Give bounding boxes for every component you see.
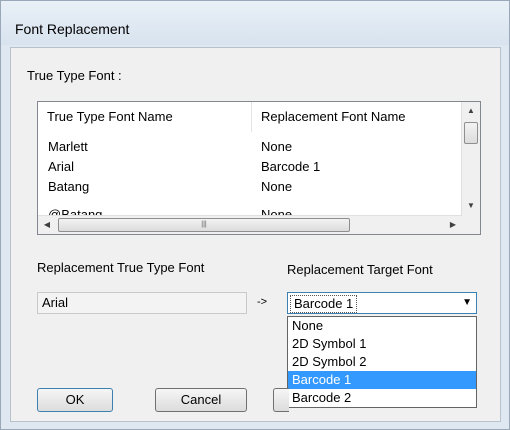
- dropdown-option[interactable]: 2D Symbol 2: [288, 353, 476, 371]
- arrow-separator: ->: [257, 296, 268, 308]
- cell-font-name: @Batang: [48, 207, 103, 215]
- font-replacement-dialog: Font Replacement True Type Font : True T…: [0, 0, 510, 430]
- table-row[interactable]: Arial Barcode 1: [38, 157, 460, 177]
- column-header-font-name-label: True Type Font Name: [47, 109, 173, 124]
- dropdown-option[interactable]: Barcode 2: [288, 389, 476, 407]
- scroll-left-icon[interactable]: ◀: [39, 217, 55, 233]
- cell-replacement-font: None: [261, 139, 293, 154]
- cancel-button-label: Cancel: [180, 392, 222, 407]
- vertical-scroll-thumb[interactable]: [464, 122, 478, 144]
- scroll-down-icon[interactable]: ▼: [463, 198, 479, 214]
- scrollbar-corner: [462, 216, 480, 234]
- cell-replacement-font: None: [261, 179, 293, 194]
- replacement-true-type-font-value: Arial: [42, 295, 69, 310]
- table-row[interactable]: @Batang None: [38, 197, 460, 215]
- replacement-true-type-font-label: Replacement True Type Font: [37, 260, 205, 275]
- grip-icon: |||: [201, 221, 207, 228]
- dropdown-option[interactable]: 2D Symbol 1: [288, 335, 476, 353]
- replacement-target-font-label: Replacement Target Font: [287, 262, 433, 277]
- column-header-replacement-font[interactable]: Replacement Font Name: [252, 102, 462, 132]
- cell-replacement-font: None: [261, 207, 293, 215]
- horizontal-scroll-thumb[interactable]: |||: [58, 218, 350, 232]
- scroll-up-icon[interactable]: ▲: [463, 103, 479, 119]
- cell-font-name: Batang: [48, 179, 90, 194]
- target-font-dropdown-list[interactable]: None 2D Symbol 1 2D Symbol 2 Barcode 1 B…: [287, 316, 477, 408]
- chevron-down-icon[interactable]: ▼: [462, 297, 472, 308]
- replacement-true-type-font-field[interactable]: Arial: [37, 292, 247, 314]
- font-mapping-list[interactable]: True Type Font Name Replacement Font Nam…: [37, 101, 481, 235]
- column-header-replacement-font-label: Replacement Font Name: [261, 109, 406, 124]
- cell-replacement-font: Barcode 1: [261, 159, 321, 174]
- dialog-body: True Type Font : True Type Font Name Rep…: [10, 47, 501, 422]
- horizontal-scrollbar[interactable]: ◀ ||| ▶: [38, 215, 462, 234]
- cancel-button[interactable]: Cancel: [155, 388, 247, 412]
- dropdown-option[interactable]: None: [288, 317, 476, 335]
- column-header-font-name[interactable]: True Type Font Name: [38, 102, 252, 132]
- dropdown-option-selected[interactable]: Barcode 1: [288, 371, 476, 389]
- true-type-font-label: True Type Font :: [27, 68, 122, 83]
- cell-font-name: Arial: [48, 159, 75, 174]
- table-row[interactable]: Batang None: [38, 177, 460, 197]
- replacement-target-font-select[interactable]: Barcode 1 ▼: [287, 292, 477, 314]
- vertical-scrollbar[interactable]: ▲ ▼: [461, 102, 480, 216]
- ok-button-label: OK: [65, 392, 85, 407]
- replacement-target-font-selected: Barcode 1: [290, 295, 358, 313]
- ok-button[interactable]: OK: [37, 388, 113, 412]
- window-title: Font Replacement: [15, 21, 130, 37]
- hidden-button[interactable]: [273, 388, 289, 412]
- title-bar[interactable]: Font Replacement: [1, 1, 509, 45]
- table-row[interactable]: Marlett None: [38, 137, 460, 157]
- cell-font-name: Marlett: [48, 139, 88, 154]
- scroll-right-icon[interactable]: ▶: [445, 217, 461, 233]
